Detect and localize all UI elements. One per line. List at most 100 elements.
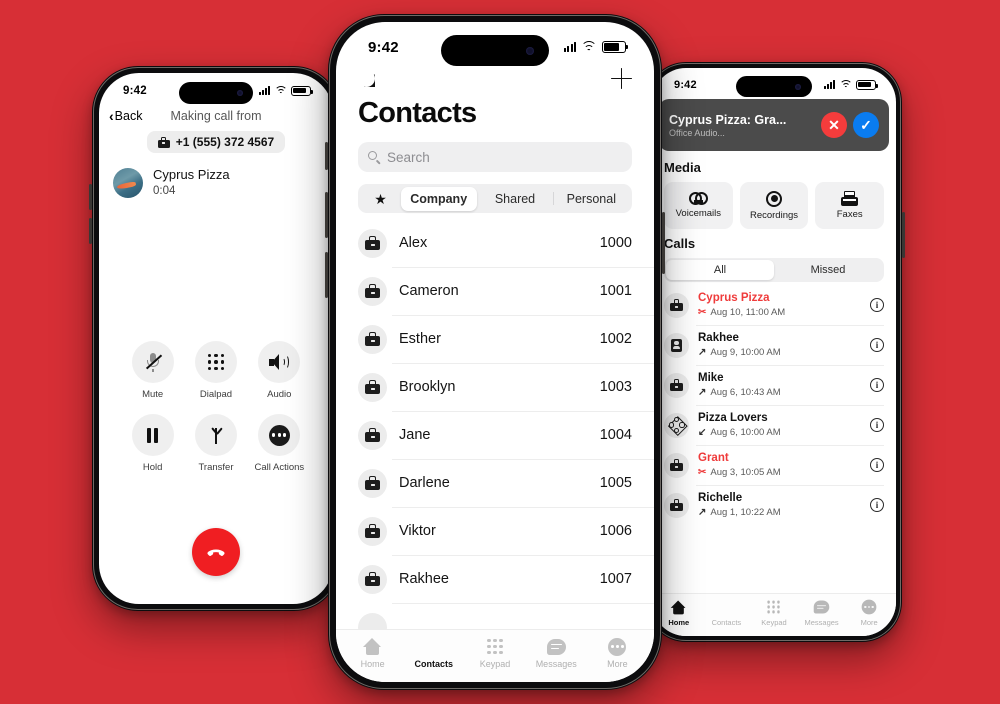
call-row[interactable]: Pizza Lovers ↙ Aug 6, 10:00 AM i: [652, 405, 896, 445]
contact-avatar: [358, 564, 387, 594]
contact-extension: 1005: [599, 475, 632, 491]
phone-center-power-button[interactable]: [662, 212, 665, 274]
voicemails-button[interactable]: Voicemails: [664, 182, 733, 229]
recordings-button[interactable]: Recordings: [739, 182, 809, 229]
transfer-button[interactable]: Transfer: [194, 414, 237, 473]
phone-right-power-button[interactable]: [902, 212, 905, 258]
ellipsis-circle-icon: [268, 424, 290, 446]
tab-messages[interactable]: Messages: [798, 599, 846, 627]
tab-home-label: Home: [360, 659, 385, 669]
filter-missed[interactable]: Missed: [774, 260, 882, 280]
speaker-icon: [269, 354, 290, 370]
end-call-button[interactable]: [192, 528, 240, 576]
tab-keypad[interactable]: Keypad: [464, 637, 525, 669]
contact-name: Esther: [399, 331, 441, 347]
decline-call-button[interactable]: ✕: [821, 112, 847, 138]
tab-contacts[interactable]: Contacts: [403, 637, 464, 669]
caller-name: Cyprus Pizza: [153, 167, 230, 182]
info-icon[interactable]: i: [870, 498, 884, 512]
info-icon[interactable]: i: [870, 338, 884, 352]
tab-personal[interactable]: Personal: [553, 187, 629, 211]
list-item[interactable]: Darlene 1005: [336, 459, 654, 507]
info-icon[interactable]: i: [870, 458, 884, 472]
call-name: Richelle: [698, 492, 743, 505]
incoming-call-banner[interactable]: Cyprus Pizza: Gra... Office Audio... ✕ ✓: [659, 99, 889, 151]
outgoing-call-icon: ↗: [698, 506, 707, 518]
briefcase-icon: [365, 428, 380, 442]
call-controls-grid: Mute Dialpad Audio Hold Transfer Call Ac…: [99, 341, 333, 473]
faxes-button[interactable]: Faxes: [815, 182, 885, 229]
call-time: Aug 3, 10:05 AM: [710, 466, 781, 478]
back-button[interactable]: ‹ Back: [109, 109, 142, 123]
list-item[interactable]: Jane 1004: [336, 411, 654, 459]
contacts-segmented-control: ★ Company Shared Personal: [358, 184, 632, 213]
people-icon: [717, 600, 735, 614]
phone-left-volume-down-button[interactable]: [89, 218, 92, 244]
audio-label: Audio: [267, 389, 292, 400]
hold-button[interactable]: Hold: [131, 414, 174, 473]
wifi-icon: [581, 41, 597, 53]
list-item[interactable]: Viktor 1006: [336, 507, 654, 555]
fax-icon: [841, 191, 859, 206]
call-timer: 0:04: [153, 184, 176, 197]
call-row[interactable]: Grant ✂ Aug 3, 10:05 AM i: [652, 445, 896, 485]
tab-company[interactable]: Company: [400, 186, 477, 211]
info-icon[interactable]: i: [870, 418, 884, 432]
calls-list: Cyprus Pizza ✂ Aug 10, 11:00 AM i Rakhee …: [652, 285, 896, 525]
tab-bar-right: Home Contacts Keypad Messages More: [652, 593, 896, 636]
phone-center-volume-down-button[interactable]: [325, 252, 328, 298]
call-row[interactable]: Mike ↗ Aug 6, 10:43 AM i: [652, 365, 896, 405]
call-name: Rakhee: [698, 332, 739, 345]
tab-home[interactable]: Home: [342, 637, 403, 669]
tab-more[interactable]: More: [845, 599, 893, 627]
dialpad-button[interactable]: Dialpad: [194, 341, 237, 400]
media-section-title: Media: [664, 160, 701, 175]
outgoing-call-icon: ↗: [698, 386, 707, 398]
contact-avatar: [358, 276, 387, 306]
list-item[interactable]: Alex 1000: [336, 219, 654, 267]
audio-button[interactable]: Audio: [258, 341, 301, 400]
tab-messages[interactable]: Messages: [526, 637, 587, 669]
voicemail-icon: [688, 192, 708, 205]
call-row[interactable]: Richelle ↗ Aug 1, 10:22 AM i: [652, 485, 896, 525]
phone-left-volume-button[interactable]: [89, 184, 92, 210]
call-avatar: [664, 292, 689, 318]
phone-center-mute-switch[interactable]: [325, 142, 328, 170]
people-icon: [423, 638, 445, 655]
tab-home[interactable]: Home: [655, 599, 703, 627]
tab-contacts[interactable]: Contacts: [703, 599, 751, 627]
battery-icon: [856, 79, 878, 90]
camera-lens-icon: [795, 83, 802, 90]
plus-icon[interactable]: [611, 68, 632, 89]
voicemails-label: Voicemails: [675, 208, 722, 219]
contact-name: Cameron: [399, 283, 459, 299]
message-icon: [546, 638, 566, 655]
phone-center-volume-up-button[interactable]: [325, 192, 328, 238]
call-actions-label: Call Actions: [254, 462, 305, 473]
call-time: Aug 6, 10:43 AM: [710, 386, 781, 398]
search-input[interactable]: Search: [358, 142, 632, 172]
phone-left-active-call: 9:42 ‹ Back Making call from +1 (555) 37…: [89, 66, 340, 611]
wifi-icon: [274, 85, 287, 96]
wifi-icon: [839, 79, 852, 90]
call-row[interactable]: Rakhee ↗ Aug 9, 10:00 AM i: [652, 325, 896, 365]
tab-shared[interactable]: Shared: [477, 187, 553, 211]
info-icon[interactable]: i: [870, 298, 884, 312]
filter-all[interactable]: All: [666, 260, 774, 280]
list-item[interactable]: Cameron 1001: [336, 267, 654, 315]
mute-button[interactable]: Mute: [131, 341, 174, 400]
accept-call-button[interactable]: ✓: [853, 112, 879, 138]
info-icon[interactable]: i: [870, 378, 884, 392]
call-avatar: [664, 492, 689, 518]
tab-more[interactable]: More: [587, 637, 648, 669]
contact-extension: 1001: [599, 283, 632, 299]
list-item[interactable]: Esther 1002: [336, 315, 654, 363]
tab-keypad[interactable]: Keypad: [750, 599, 798, 627]
favorites-tab[interactable]: ★: [361, 192, 401, 206]
call-row[interactable]: Cyprus Pizza ✂ Aug 10, 11:00 AM i: [652, 285, 896, 325]
list-item[interactable]: Brooklyn 1003: [336, 363, 654, 411]
calling-from-pill[interactable]: +1 (555) 372 4567: [146, 131, 286, 153]
call-actions-button[interactable]: Call Actions: [254, 414, 305, 473]
moon-icon[interactable]: [358, 70, 375, 87]
list-item[interactable]: Rakhee 1007: [336, 555, 654, 603]
